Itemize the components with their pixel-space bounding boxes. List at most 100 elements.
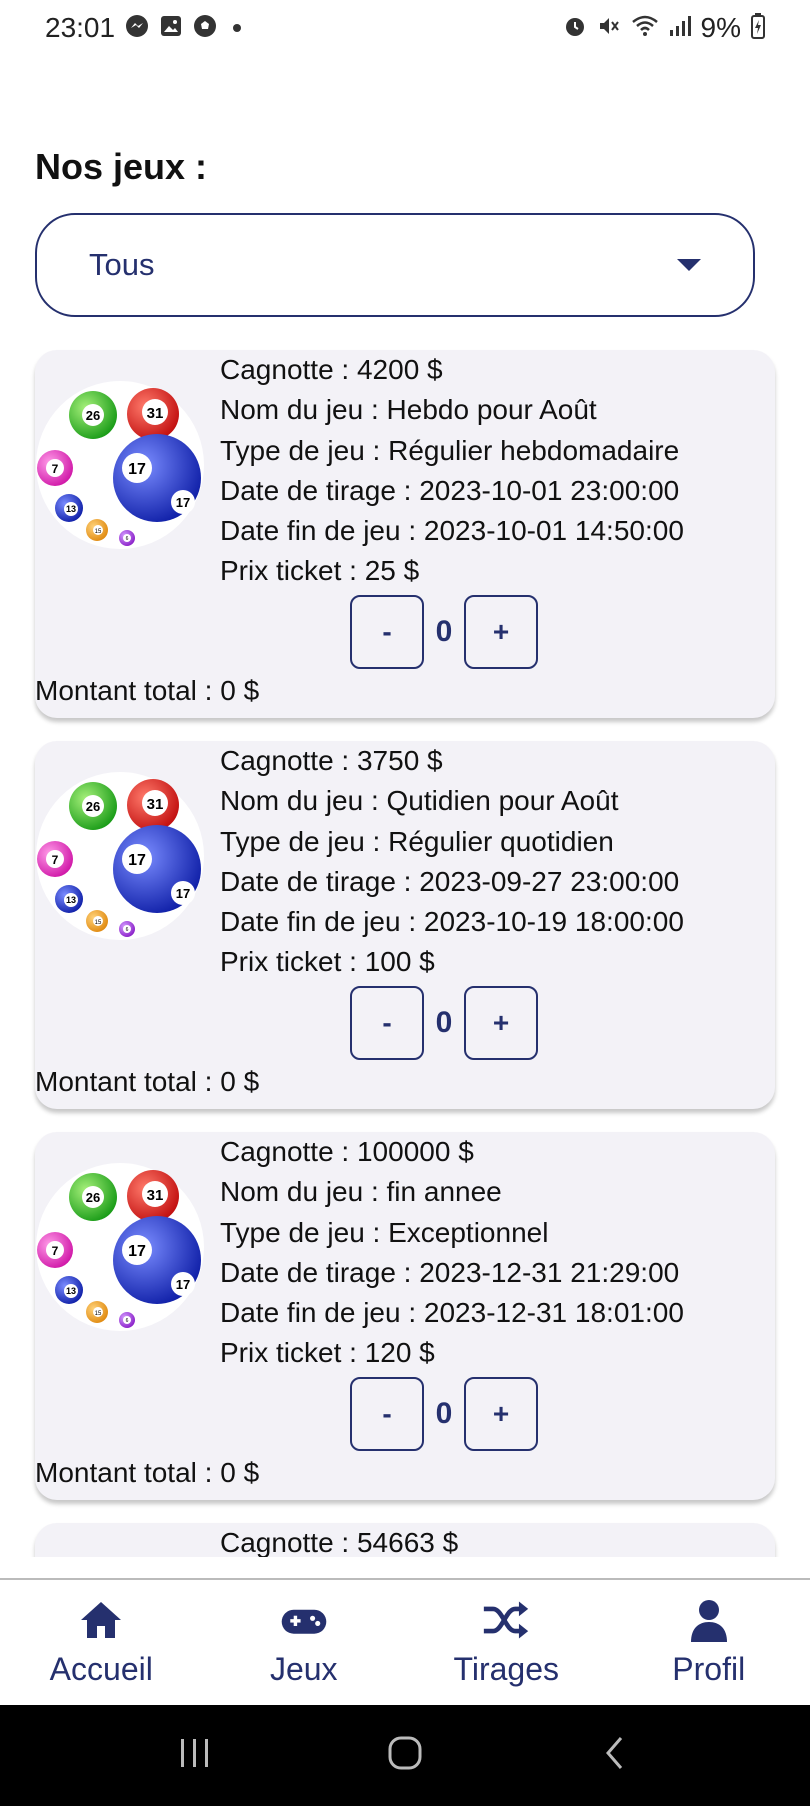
home-icon <box>77 1598 125 1647</box>
messenger-icon <box>125 14 149 43</box>
game-name: Nom du jeu : Qutidien pour Août <box>220 785 619 817</box>
notification-dot <box>233 24 242 32</box>
ball-number: 26 <box>86 799 100 814</box>
game-total-amount: Montant total : 0 $ <box>35 1066 260 1097</box>
ball-number: 6 <box>126 927 129 933</box>
bottom-navigation: Accueil Jeux Tirages Profil <box>0 1578 810 1705</box>
game-details: Cagnotte : 54663 $ <box>220 1523 458 1557</box>
quantity-stepper: - 0 + <box>350 595 538 669</box>
game-jackpot: Cagnotte : 100000 $ <box>220 1136 474 1167</box>
shuffle-icon <box>482 1598 530 1647</box>
ball-number: 17 <box>128 461 146 478</box>
back-chevron-icon <box>603 1735 627 1776</box>
wifi-icon <box>631 14 659 43</box>
nav-item-accueil[interactable]: Accueil <box>0 1580 203 1705</box>
ball-number: 31 <box>147 405 164 422</box>
status-bar: 23:01 9% <box>0 0 810 56</box>
game-draw-date: Date de tirage : 2023-12-31 21:29:00 <box>220 1256 680 1288</box>
game-card: 26 31 7 17 17 13 15 6 Cagnotte : 4200 $ … <box>35 350 775 718</box>
game-end-date: Date fin de jeu : 2023-10-19 18:00:00 <box>220 906 684 938</box>
game-total-amount: Montant total : 0 $ <box>35 675 260 706</box>
alarm-icon <box>563 14 587 43</box>
ball-number: 17 <box>128 852 146 869</box>
game-jackpot: Cagnotte : 54663 $ <box>220 1527 459 1557</box>
ball-number: 17 <box>176 886 190 901</box>
quantity-stepper: - 0 + <box>350 1377 538 1451</box>
game-details: Cagnotte : 3750 $ Nom du jeu : Qutidien … <box>220 741 684 983</box>
game-total-amount: Montant total : 0 $ <box>35 1457 260 1488</box>
game-card: 26 31 7 17 17 13 15 6 Cagnotte : 3750 $ … <box>35 741 775 1109</box>
nav-item-profil[interactable]: Profil <box>608 1580 810 1705</box>
nav-item-jeux[interactable]: Jeux <box>203 1580 406 1705</box>
back-button[interactable] <box>585 1726 645 1786</box>
game-jackpot: Cagnotte : 4200 $ <box>220 354 443 385</box>
game-details: Cagnotte : 4200 $ Nom du jeu : Hebdo pou… <box>220 350 684 592</box>
decrement-button[interactable]: - <box>350 595 424 669</box>
nav-label: Jeux <box>269 1650 338 1687</box>
game-draw-date: Date de tirage : 2023-09-27 23:00:00 <box>220 865 680 897</box>
gamepad-icon <box>280 1598 328 1647</box>
game-draw-date: Date de tirage : 2023-10-01 23:00:00 <box>220 474 680 506</box>
game-name: Nom du jeu : Hebdo pour Août <box>220 394 597 426</box>
lottery-balls-image: 26 31 7 17 17 13 15 6 <box>35 771 205 941</box>
ball-number: 31 <box>147 796 164 813</box>
decrement-button[interactable]: - <box>350 1377 424 1451</box>
game-filter-dropdown[interactable]: Tous <box>35 213 755 317</box>
game-card: Cagnotte : 54663 $ <box>35 1523 775 1557</box>
game-ticket-price: Prix ticket : 120 $ <box>220 1337 435 1369</box>
nav-label: Accueil <box>49 1650 153 1687</box>
ball-number: 26 <box>86 1190 100 1205</box>
ball-number: 15 <box>95 920 102 926</box>
decrement-button[interactable]: - <box>350 986 424 1060</box>
status-left: 23:01 <box>45 12 242 44</box>
game-filter-selected: Tous <box>89 247 155 282</box>
game-type: Type de jeu : Exceptionnel <box>220 1216 549 1248</box>
ball-number: 31 <box>147 1187 164 1204</box>
chevron-down-icon <box>677 259 701 271</box>
nav-label: Tirages <box>453 1650 559 1687</box>
home-button[interactable] <box>375 1726 435 1786</box>
status-right: 9% <box>563 12 765 44</box>
user-icon <box>685 1598 733 1647</box>
ball-number: 7 <box>52 462 59 476</box>
increment-button[interactable]: + <box>464 595 538 669</box>
game-ticket-price: Prix ticket : 25 $ <box>220 555 420 587</box>
ball-number: 17 <box>128 1243 146 1260</box>
quantity-value: 0 <box>435 1397 453 1430</box>
quantity-stepper: - 0 + <box>350 986 538 1060</box>
ball-number: 15 <box>95 1311 102 1317</box>
lottery-balls-image: 26 31 7 17 17 13 15 6 <box>35 1162 205 1332</box>
game-details: Cagnotte : 100000 $ Nom du jeu : fin ann… <box>220 1132 684 1374</box>
game-name: Nom du jeu : fin annee <box>220 1176 502 1208</box>
ball-number: 13 <box>66 504 76 514</box>
soccer-ball-icon <box>193 14 217 43</box>
mute-icon <box>597 14 621 43</box>
battery-percent: 9% <box>700 12 741 43</box>
game-card: 26 31 7 17 17 13 15 6 Cagnotte : 100000 … <box>35 1132 775 1500</box>
increment-button[interactable]: + <box>464 1377 538 1451</box>
quantity-value: 0 <box>435 615 453 648</box>
battery-charging-icon <box>751 12 765 44</box>
game-jackpot: Cagnotte : 3750 $ <box>220 745 443 776</box>
recent-apps-icon <box>177 1737 213 1774</box>
nav-label: Profil <box>672 1650 746 1687</box>
home-circle-icon <box>387 1735 423 1776</box>
ball-number: 17 <box>176 1277 190 1292</box>
game-type: Type de jeu : Régulier quotidien <box>220 825 614 857</box>
increment-button[interactable]: + <box>464 986 538 1060</box>
ball-number: 15 <box>95 529 102 535</box>
system-navigation-bar <box>0 1705 810 1806</box>
ball-number: 6 <box>126 536 129 542</box>
ball-number: 13 <box>66 1286 76 1296</box>
page-title: Nos jeux : <box>35 146 208 187</box>
ball-number: 17 <box>176 495 190 510</box>
image-icon <box>159 14 183 43</box>
ball-number: 7 <box>52 853 59 867</box>
recent-apps-button[interactable] <box>165 1726 225 1786</box>
game-ticket-price: Prix ticket : 100 $ <box>220 946 435 978</box>
status-time: 23:01 <box>45 12 116 43</box>
games-list[interactable]: 26 31 7 17 17 13 15 6 Cagnotte : 4200 $ … <box>0 340 810 1557</box>
game-end-date: Date fin de jeu : 2023-12-31 18:01:00 <box>220 1297 684 1329</box>
nav-item-tirages[interactable]: Tirages <box>405 1580 608 1705</box>
ball-number: 7 <box>52 1244 59 1258</box>
